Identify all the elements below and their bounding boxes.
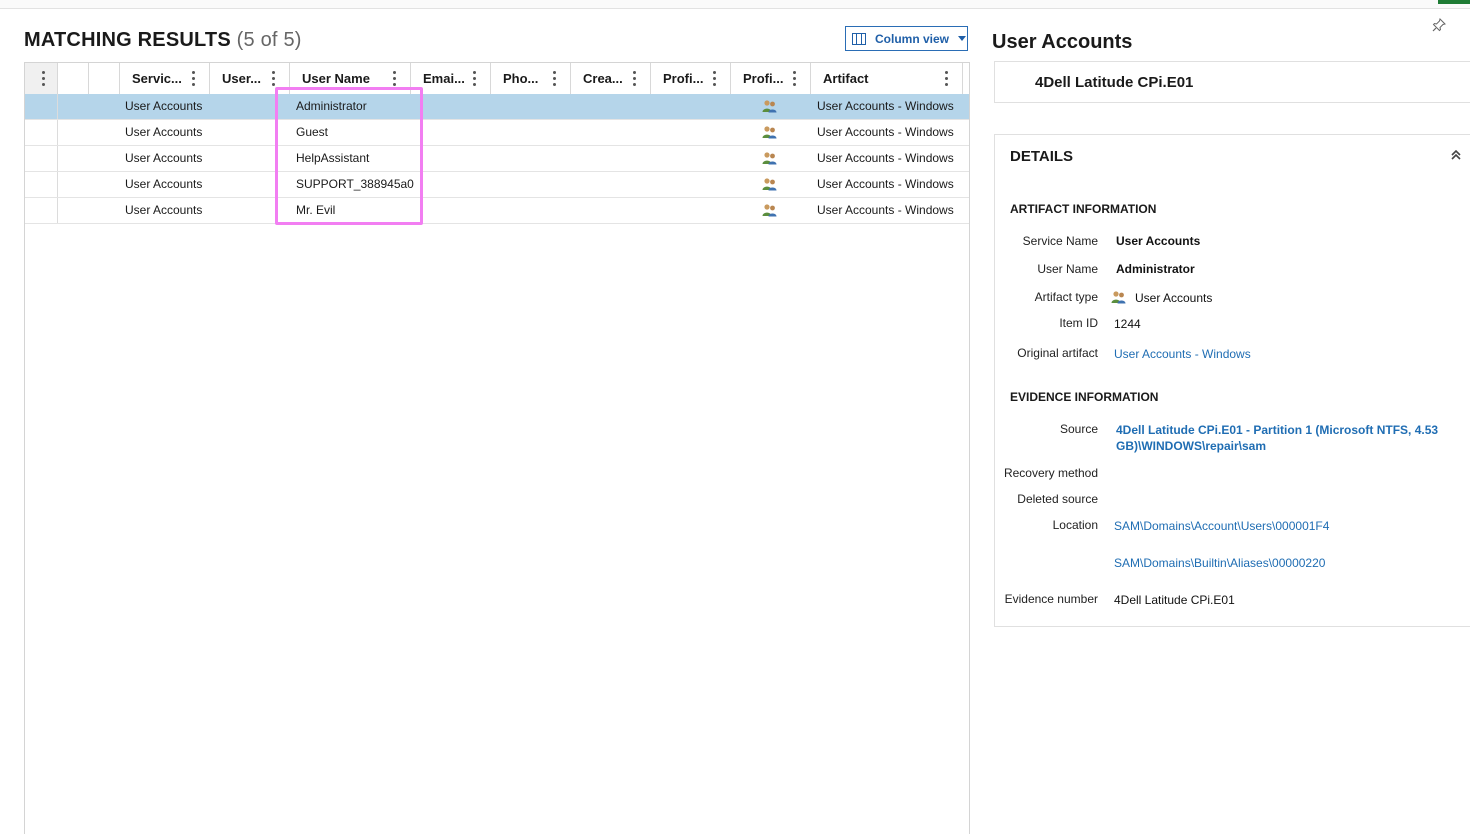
kebab-menu-icon[interactable]	[633, 71, 636, 86]
user-name-value: Administrator	[1116, 262, 1195, 276]
original-artifact-link[interactable]: User Accounts - Windows	[1114, 347, 1251, 361]
column-header-label: Profi...	[663, 71, 704, 86]
table-row[interactable]: User Accounts Administrator User Account…	[25, 94, 969, 120]
service-name-label: Service Name	[1022, 234, 1098, 248]
cell-service: User Accounts	[125, 203, 203, 217]
location-link-1[interactable]: SAM\Domains\Account\Users\000001F4	[1114, 519, 1329, 533]
grid-header: Servic... User... User Name Emai... Pho.…	[25, 63, 969, 95]
cell-artifact: User Accounts - Windows	[817, 203, 954, 217]
column-header-created[interactable]: Crea...	[571, 63, 651, 94]
row-options-header[interactable]	[25, 63, 58, 94]
cell-artifact: User Accounts - Windows	[817, 99, 954, 113]
user-accounts-icon	[762, 126, 777, 139]
cell-service: User Accounts	[125, 151, 203, 165]
cell-artifact: User Accounts - Windows	[817, 125, 954, 139]
column-header-profile-2[interactable]: Profi...	[731, 63, 811, 94]
column-header-blank-2[interactable]	[89, 63, 120, 94]
table-row[interactable]: User Accounts HelpAssistant User Account…	[25, 146, 969, 172]
detail-pane-title: User Accounts	[992, 31, 1133, 53]
column-header-artifact[interactable]: Artifact	[811, 63, 963, 94]
evidence-number-label: Evidence number	[1004, 592, 1098, 606]
user-accounts-icon	[762, 100, 777, 113]
column-header-blank-1[interactable]	[58, 63, 89, 94]
status-indicator	[1438, 0, 1470, 4]
results-count: (5 of 5)	[236, 29, 302, 51]
service-name-value: User Accounts	[1116, 234, 1201, 248]
artifact-type-value: User Accounts	[1135, 291, 1213, 305]
columns-icon	[852, 32, 866, 45]
table-row[interactable]: User Accounts Mr. Evil User Accounts - W…	[25, 198, 969, 224]
kebab-menu-icon[interactable]	[393, 71, 396, 86]
column-view-button[interactable]: Column view	[845, 26, 968, 51]
cell-service: User Accounts	[125, 125, 203, 139]
evidence-header: 4Dell Latitude CPi.E01	[994, 61, 1470, 103]
evidence-number-value: 4Dell Latitude CPi.E01	[1114, 593, 1235, 607]
column-header-email[interactable]: Emai...	[411, 63, 491, 94]
column-header-service[interactable]: Servic...	[120, 63, 210, 94]
cell-artifact: User Accounts - Windows	[817, 177, 954, 191]
original-artifact-label: Original artifact	[1017, 346, 1098, 360]
details-title: DETAILS	[1010, 148, 1074, 165]
user-accounts-icon	[762, 152, 777, 165]
results-title: MATCHING RESULTS (5 of 5)	[24, 29, 302, 52]
collapse-up-icon[interactable]	[1450, 149, 1462, 161]
source-label: Source	[1059, 422, 1098, 436]
row-gutter[interactable]	[25, 172, 58, 197]
recovery-method-label: Recovery method	[1003, 466, 1098, 480]
column-header-label: User Name	[302, 71, 370, 86]
cell-service: User Accounts	[125, 99, 203, 113]
kebab-menu-icon[interactable]	[473, 71, 476, 86]
chevron-down-icon	[958, 36, 967, 41]
row-gutter[interactable]	[25, 146, 58, 171]
location-label: Location	[1052, 518, 1098, 532]
user-accounts-icon	[762, 204, 777, 217]
cell-service: User Accounts	[125, 177, 203, 191]
deleted-source-label: Deleted source	[1017, 492, 1098, 506]
column-view-label: Column view	[875, 31, 950, 46]
column-header-label: User...	[222, 71, 262, 86]
kebab-menu-icon[interactable]	[793, 71, 796, 86]
artifact-information-title: ARTIFACT INFORMATION	[1010, 202, 1157, 216]
kebab-menu-icon[interactable]	[945, 71, 948, 86]
kebab-menu-icon[interactable]	[553, 71, 556, 86]
results-grid: Servic... User... User Name Emai... Pho.…	[24, 62, 970, 834]
artifact-type-label: Artifact type	[1034, 290, 1098, 304]
source-link[interactable]: 4Dell Latitude CPi.E01 - Partition 1 (Mi…	[1116, 422, 1456, 454]
row-gutter[interactable]	[25, 198, 58, 223]
user-accounts-icon	[1111, 291, 1126, 304]
column-header-label: Crea...	[583, 71, 623, 86]
column-header-label: Emai...	[423, 71, 465, 86]
column-header-label: Artifact	[823, 71, 869, 86]
row-gutter[interactable]	[25, 94, 58, 119]
column-header-label: Servic...	[132, 71, 182, 86]
kebab-menu-icon[interactable]	[42, 71, 45, 86]
table-row[interactable]: User Accounts Guest User Accounts - Wind…	[25, 120, 969, 146]
kebab-menu-icon[interactable]	[713, 71, 716, 86]
row-gutter[interactable]	[25, 120, 58, 145]
results-title-text: MATCHING RESULTS	[24, 29, 231, 51]
column-header-phone[interactable]: Pho...	[491, 63, 571, 94]
location-link-2[interactable]: SAM\Domains\Builtin\Aliases\00000220	[1114, 556, 1325, 570]
user-name-highlight-box	[275, 87, 423, 225]
column-header-profile-1[interactable]: Profi...	[651, 63, 731, 94]
column-header-label: Profi...	[743, 71, 784, 86]
column-header-label: Pho...	[503, 71, 539, 86]
user-name-label: User Name	[1037, 262, 1098, 276]
kebab-menu-icon[interactable]	[192, 71, 195, 86]
kebab-menu-icon[interactable]	[272, 71, 275, 86]
window-top-strip	[0, 0, 1470, 9]
item-id-label: Item ID	[1059, 316, 1098, 330]
evidence-information-title: EVIDENCE INFORMATION	[1010, 390, 1159, 404]
user-accounts-icon	[762, 178, 777, 191]
table-row[interactable]: User Accounts SUPPORT_388945a0 User Acco…	[25, 172, 969, 198]
pin-icon[interactable]	[1432, 18, 1446, 32]
item-id-value: 1244	[1114, 317, 1141, 331]
cell-artifact: User Accounts - Windows	[817, 151, 954, 165]
evidence-name: 4Dell Latitude CPi.E01	[1035, 74, 1194, 91]
